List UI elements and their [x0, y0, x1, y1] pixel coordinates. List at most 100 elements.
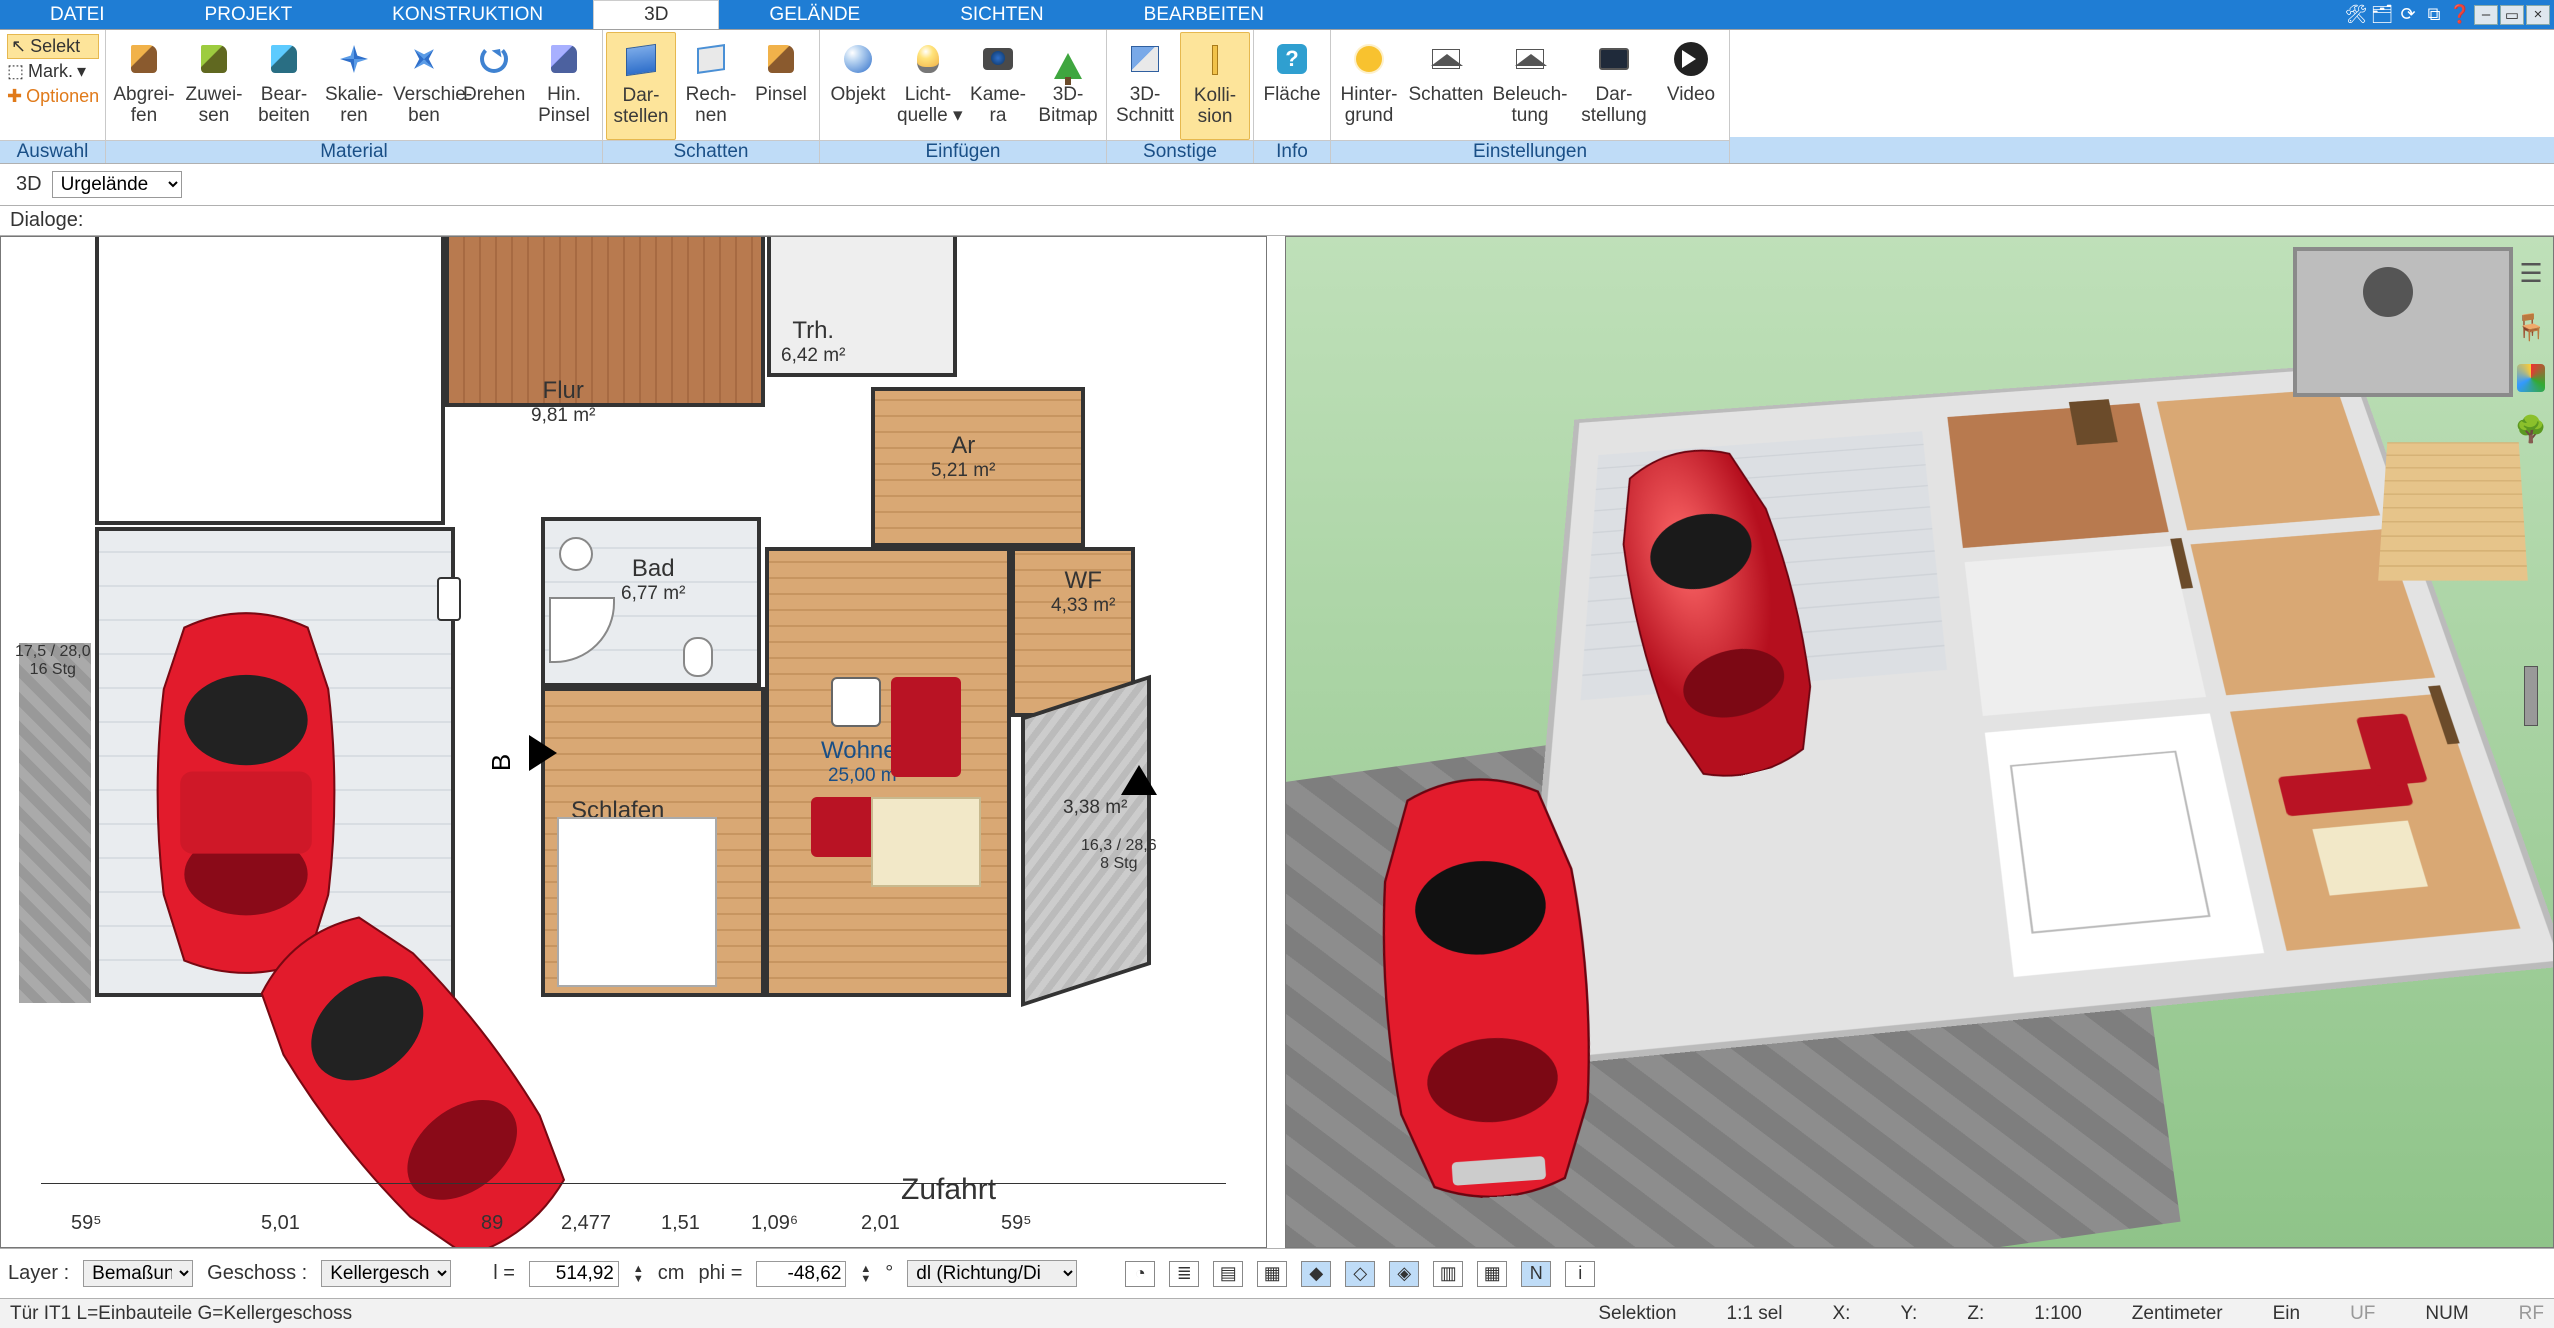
ribbon-label-auswahl: Auswahl [0, 140, 105, 163]
layer-select[interactable]: Bemaßung [83, 1260, 193, 1287]
tab-3d[interactable]: 3D [593, 0, 719, 29]
status-x: X: [1832, 1303, 1850, 1325]
dialoge-row: Dialoge: [0, 206, 2554, 236]
side-handle-icon[interactable] [2524, 666, 2538, 726]
phi-input[interactable] [756, 1261, 846, 1287]
copy-icon[interactable]: ⧉ [2422, 5, 2446, 25]
optionen-button[interactable]: ✚ Optionen [7, 84, 99, 109]
selekt-button[interactable]: ↖ Selekt [7, 34, 99, 59]
context-select[interactable]: Urgelände [52, 171, 182, 198]
objekt-button[interactable]: Objekt [823, 32, 893, 140]
tool-n-icon[interactable]: N [1521, 1261, 1551, 1287]
bearbeiten-button[interactable]: Bear-beiten [249, 32, 319, 140]
lichtquelle-button[interactable]: Licht-quelle ▾ [893, 32, 963, 140]
ribbon-group-info: ?Fläche Info [1254, 30, 1331, 163]
ribbon: ↖ Selekt ⬚ Mark. ▾ ✚ Optionen Auswahl Ab… [0, 30, 2554, 164]
coffee-table-icon [871, 797, 981, 887]
status-uf: UF [2350, 1303, 2375, 1325]
layer-label: Layer : [8, 1262, 69, 1285]
workspace: Garage40,66 m² Flur9,81 m² Trh.6,42 m² A… [0, 236, 2554, 1248]
power-switch-icon [437, 577, 461, 621]
tool-info-icon[interactable]: i [1565, 1261, 1595, 1287]
l-input[interactable] [529, 1261, 619, 1287]
wrench-icon[interactable]: 🛠 [2344, 5, 2368, 25]
status-bar: Tür IT1 L=Einbauteile G=Kellergeschoss S… [0, 1298, 2554, 1328]
maximize-button[interactable]: ▭ [2500, 5, 2524, 25]
tool-window-icon[interactable]: ▦ [1257, 1261, 1287, 1287]
arrow-up-icon [1121, 747, 1157, 795]
dialoge-label: Dialoge: [10, 209, 83, 232]
kollision-button[interactable]: Kolli-sion [1180, 32, 1250, 140]
ribbon-label-schatten: Schatten [603, 140, 819, 163]
zuweisen-button[interactable]: Zuwei-sen [179, 32, 249, 140]
layers-icon[interactable]: ☰ [2514, 256, 2548, 290]
flaeche-button[interactable]: ?Fläche [1257, 32, 1327, 140]
menu-spacer [1314, 0, 2334, 29]
tab-sichten[interactable]: SICHTEN [910, 0, 1093, 29]
minimize-button[interactable]: – [2474, 5, 2498, 25]
beleuchtung-button[interactable]: Beleuch-tung [1488, 32, 1572, 140]
ribbon-label-material: Material [106, 140, 602, 163]
abgreifen-button[interactable]: Abgrei-fen [109, 32, 179, 140]
tab-bearbeiten[interactable]: BEARBEITEN [1094, 0, 1314, 29]
verschieben-button[interactable]: Verschie-ben [389, 32, 459, 140]
toilet-icon [683, 637, 713, 677]
tool-grid-icon[interactable]: ▥ [1433, 1261, 1463, 1287]
3d-bitmap-button[interactable]: 3D-Bitmap [1033, 32, 1103, 140]
dl-select[interactable]: dl (Richtung/Di [907, 1260, 1077, 1287]
status-y: Y: [1900, 1303, 1917, 1325]
tv-icon [831, 677, 881, 727]
pinsel-button[interactable]: Pinsel [746, 32, 816, 140]
chair-icon[interactable]: 🪑 [2514, 310, 2548, 344]
context-row: 3D Urgelände [0, 164, 2554, 206]
status-z: Z: [1967, 1303, 1984, 1325]
phi-unit: ° [885, 1262, 893, 1285]
2d-view[interactable]: Garage40,66 m² Flur9,81 m² Trh.6,42 m² A… [0, 236, 1267, 1248]
video-button[interactable]: Video [1656, 32, 1726, 140]
sofa2-icon [891, 677, 961, 777]
menu-tabs: DATEI PROJEKT KONSTRUKTION 3D GELÄNDE SI… [0, 0, 2554, 30]
status-ein: Ein [2273, 1303, 2300, 1325]
tool-a-icon[interactable]: ◆ [1301, 1261, 1331, 1287]
marker-b: B [486, 754, 517, 771]
skalieren-button[interactable]: Skalie-ren [319, 32, 389, 140]
darstellung-button[interactable]: Dar-stellung [1572, 32, 1656, 140]
floorplan-canvas[interactable]: Garage40,66 m² Flur9,81 m² Trh.6,42 m² A… [1, 237, 1266, 1247]
help-icon[interactable]: ❓ [2448, 5, 2472, 25]
tree-icon[interactable]: 🌳 [2514, 412, 2548, 446]
tab-konstruktion[interactable]: KONSTRUKTION [342, 0, 593, 29]
mark-button[interactable]: ⬚ Mark. ▾ [7, 59, 99, 84]
tab-datei[interactable]: DATEI [0, 0, 155, 29]
rechnen-button[interactable]: Rech-nen [676, 32, 746, 140]
hin-pinsel-button[interactable]: Hin.Pinsel [529, 32, 599, 140]
floor-select[interactable]: Kellergesch [321, 1260, 451, 1287]
auswahl-panel: ↖ Selekt ⬚ Mark. ▾ ✚ Optionen [3, 32, 103, 140]
tool-c-icon[interactable]: ◈ [1389, 1261, 1419, 1287]
tool-clock-icon[interactable]: ◔ [1125, 1261, 1155, 1287]
pave-left [19, 643, 91, 1003]
phi-stepper[interactable]: ▲▼ [860, 1264, 871, 1284]
3d-view[interactable] [1285, 236, 2554, 1248]
palette-icon[interactable] [2517, 364, 2545, 392]
tool-layers2-icon[interactable]: ≣ [1169, 1261, 1199, 1287]
l-stepper[interactable]: ▲▼ [633, 1264, 644, 1284]
status-num: NUM [2425, 1303, 2468, 1325]
ribbon-group-sonstige: 3D-Schnitt Kolli-sion Sonstige [1107, 30, 1254, 163]
kamera-button[interactable]: Kame-ra [963, 32, 1033, 140]
tab-projekt[interactable]: PROJEKT [155, 0, 343, 29]
ribbon-group-schatten: Dar-stellen Rech-nen Pinsel Schatten [603, 30, 820, 163]
dimension-line: 59⁵ 5,01 89 2,477 1,51 1,09⁶ 2,01 59⁵ [41, 1183, 1226, 1243]
schatten-einst-button[interactable]: Schatten [1404, 32, 1488, 140]
3d-scene[interactable] [1286, 237, 2553, 1247]
box-icon[interactable]: 🗂 [2370, 5, 2394, 25]
tool-stack-icon[interactable]: ▤ [1213, 1261, 1243, 1287]
refresh-icon[interactable]: ⟳ [2396, 5, 2420, 25]
tool-b-icon[interactable]: ◇ [1345, 1261, 1375, 1287]
drehen-button[interactable]: Drehen [459, 32, 529, 140]
close-button[interactable]: × [2526, 5, 2550, 25]
tool-grid2-icon[interactable]: ▦ [1477, 1261, 1507, 1287]
darstellen-button[interactable]: Dar-stellen [606, 32, 676, 140]
hintergrund-button[interactable]: Hinter-grund [1334, 32, 1404, 140]
tab-gelaende[interactable]: GELÄNDE [719, 0, 910, 29]
3d-schnitt-button[interactable]: 3D-Schnitt [1110, 32, 1180, 140]
